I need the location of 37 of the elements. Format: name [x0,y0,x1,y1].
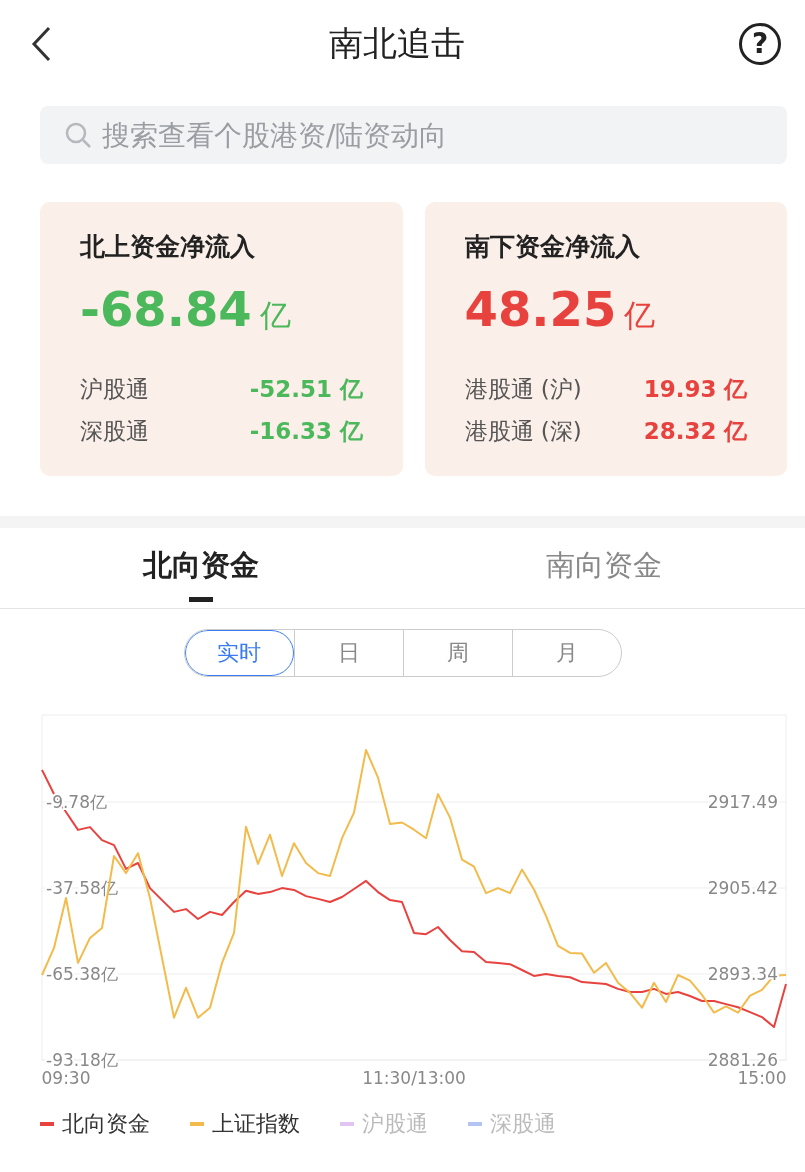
axis-label: -65.38亿 [46,964,118,984]
period-tab[interactable]: 周 [402,630,512,676]
period-tab[interactable]: 日 [293,630,403,676]
channel-value: -52.51 亿 [249,374,363,404]
legend-item[interactable]: 上证指数 [212,1109,300,1139]
axis-label: 2917.49 [707,791,778,812]
channel-value: 28.32 亿 [643,416,748,446]
axis-label: 2881.26 [707,1050,778,1070]
axis-label: 11:30/13:00 [362,1068,466,1088]
channel-value: 19.93 亿 [643,374,748,404]
total-unit: 亿 [259,296,291,335]
total-value: -68.84 [80,281,252,337]
total-unit: 亿 [624,296,656,335]
search-icon [64,121,92,149]
channel-label: 沪股通 [80,374,149,404]
legend-item[interactable]: 深股通 [490,1109,556,1139]
axis-label: 09:30 [41,1068,91,1088]
card-title: 北上资金净流入 [80,231,256,263]
channel-label: 港股通 (沪) [464,374,582,404]
tab[interactable]: 北向资金 [0,528,403,608]
channel-label: 深股通 [80,416,149,446]
axis-label: 2893.34 [707,963,778,984]
card-title: 南下资金净流入 [464,231,641,263]
channel-value: -16.33 亿 [249,416,363,446]
legend-item[interactable]: 沪股通 [362,1109,428,1139]
axis-label: 2905.42 [707,877,778,898]
help-button[interactable]: ? [739,23,781,65]
period-tab[interactable]: 月 [511,630,621,676]
search-field[interactable]: 搜索查看个股港资/陆资动向 [40,106,787,164]
legend-item[interactable]: 北向资金 [62,1109,150,1139]
total-value: 48.25 [464,281,617,337]
axis-label: -93.18亿 [46,1050,118,1070]
axis-label: 15:00 [737,1068,787,1088]
tab-indicator [189,597,214,602]
page-title: 南北追击 [328,22,465,65]
tab[interactable]: 南向资金 [402,528,805,608]
channel-label: 港股通 (深) [464,416,582,446]
